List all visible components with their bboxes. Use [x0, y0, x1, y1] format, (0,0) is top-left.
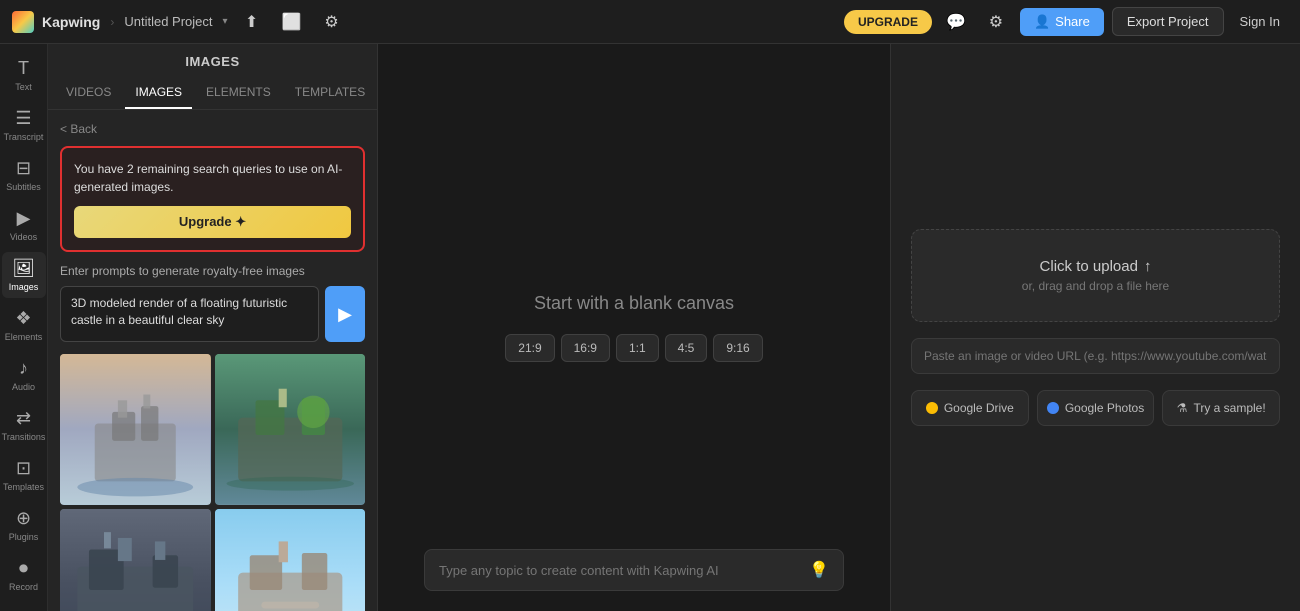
topbar: Kapwing › Untitled Project ▾ ⬆ ⬜ ⚙ UPGRA…	[0, 0, 1300, 44]
section-label: Enter prompts to generate royalty-free i…	[60, 264, 365, 278]
tab-templates[interactable]: TEMPLATES	[285, 77, 375, 109]
upload-panel: Click to upload ↑ or, drag and drop a fi…	[890, 44, 1300, 611]
upgrade-button[interactable]: UPGRADE	[844, 10, 932, 34]
upload-subtitle: or, drag and drop a file here	[932, 279, 1259, 293]
elements-icon: ❖	[15, 308, 31, 329]
record-icon: ⏺	[19, 558, 28, 579]
upload-zone[interactable]: Click to upload ↑ or, drag and drop a fi…	[911, 229, 1280, 322]
image-cell-1[interactable]	[60, 354, 211, 505]
source-buttons: Google Drive Google Photos ⚗ Try a sampl…	[911, 390, 1280, 426]
share-button[interactable]: 👤 Share	[1020, 8, 1104, 36]
search-submit-button[interactable]: ▶	[325, 286, 365, 342]
monitor-icon[interactable]: ⬜	[276, 6, 308, 38]
images-icon: 🖼	[12, 258, 35, 279]
sidebar-item-templates[interactable]: ⊡ Templates	[2, 452, 46, 498]
castle-svg-2	[215, 354, 366, 505]
sidebar-item-videos[interactable]: ▶ Videos	[2, 202, 46, 248]
panel-scroll-area: < Back You have 2 remaining search queri…	[48, 110, 377, 611]
canvas-area: Start with a blank canvas 21:9 16:9 1:1 …	[378, 44, 890, 611]
upload-arrow-icon: ↑	[1144, 258, 1152, 275]
search-input[interactable]: 3D modeled render of a floating futurist…	[60, 286, 319, 342]
canvas-center: Start with a blank canvas 21:9 16:9 1:1 …	[505, 293, 762, 362]
sidebar-item-subtitles[interactable]: ⊟ Subtitles	[2, 152, 46, 198]
main-layout: T Text ☰ Transcript ⊟ Subtitles ▶ Videos…	[0, 44, 1300, 611]
search-row: 3D modeled render of a floating futurist…	[60, 286, 365, 342]
brand-name: Kapwing	[42, 14, 100, 30]
panel-tabs: VIDEOS IMAGES ELEMENTS TEMPLATES	[48, 77, 377, 110]
signin-button[interactable]: Sign In	[1232, 8, 1288, 35]
image-cell-2[interactable]	[215, 354, 366, 505]
ratio-21-9[interactable]: 21:9	[505, 334, 554, 362]
templates-icon: ⊡	[16, 458, 31, 479]
upgrade-notice-text: You have 2 remaining search queries to u…	[74, 160, 351, 196]
panel-title: IMAGES	[64, 54, 361, 69]
ratio-1-1[interactable]: 1:1	[616, 334, 659, 362]
ai-prompt-icon[interactable]: 💡	[809, 560, 829, 580]
project-name: Untitled Project	[124, 14, 212, 29]
url-input[interactable]	[911, 338, 1280, 374]
audio-icon: ♪	[19, 358, 28, 379]
transcript-icon: ☰	[15, 108, 31, 129]
transitions-icon: ⇄	[16, 408, 31, 429]
google-photos-button[interactable]: Google Photos	[1037, 390, 1155, 426]
tab-elements[interactable]: ELEMENTS	[196, 77, 281, 109]
upload-title-text: Click to upload	[1040, 258, 1138, 275]
videos-icon: ▶	[17, 208, 31, 229]
comment-icon[interactable]: 💬	[940, 6, 972, 38]
canvas-title: Start with a blank canvas	[534, 293, 734, 314]
sample-icon: ⚗	[1177, 401, 1188, 415]
sidebar-item-record[interactable]: ⏺ Record	[2, 552, 46, 598]
image-cell-4[interactable]	[215, 509, 366, 611]
sidebar-item-audio[interactable]: ♪ Audio	[2, 352, 46, 398]
image-cell-3[interactable]	[60, 509, 211, 611]
settings-icon[interactable]: ⚙	[316, 6, 348, 38]
subtitles-icon: ⊟	[16, 158, 31, 179]
panel-header: IMAGES	[48, 44, 377, 77]
kapwing-logo	[12, 11, 34, 33]
play-icon: ▶	[338, 304, 352, 325]
export-project-button[interactable]: Export Project	[1112, 7, 1224, 36]
sidebar-item-plugins[interactable]: ⊕ Plugins	[2, 502, 46, 548]
ratio-4-5[interactable]: 4:5	[665, 334, 708, 362]
gdrive-icon	[926, 402, 938, 414]
image-grid	[60, 354, 365, 611]
tab-videos[interactable]: VIDEOS	[56, 77, 121, 109]
aspect-ratio-row: 21:9 16:9 1:1 4:5 9:16	[505, 334, 762, 362]
share-icon: 👤	[1034, 14, 1050, 30]
gear-icon[interactable]: ⚙	[980, 6, 1012, 38]
left-panel: IMAGES VIDEOS IMAGES ELEMENTS TEMPLATES …	[48, 44, 378, 611]
project-dropdown-icon[interactable]: ▾	[223, 16, 228, 27]
ratio-16-9[interactable]: 16:9	[561, 334, 610, 362]
ratio-9-16[interactable]: 9:16	[713, 334, 762, 362]
ai-prompt-bar: 💡	[424, 549, 844, 591]
sidebar-icons: T Text ☰ Transcript ⊟ Subtitles ▶ Videos…	[0, 44, 48, 611]
text-icon: T	[18, 58, 29, 79]
back-button[interactable]: < Back	[60, 122, 97, 136]
sidebar-item-elements[interactable]: ❖ Elements	[2, 302, 46, 348]
gdrive-label: Google Drive	[944, 401, 1014, 415]
ai-prompt-input[interactable]	[439, 563, 809, 578]
sidebar-item-transitions[interactable]: ⇄ Transitions	[2, 402, 46, 448]
sidebar-more-button[interactable]: ...	[2, 602, 46, 611]
sidebar-item-text[interactable]: T Text	[2, 52, 46, 98]
sidebar-item-transcript[interactable]: ☰ Transcript	[2, 102, 46, 148]
upgrade-notice-button[interactable]: Upgrade ✦	[74, 206, 351, 238]
upload-title: Click to upload ↑	[932, 258, 1259, 275]
castle-svg-1	[60, 354, 211, 505]
plugins-icon: ⊕	[16, 508, 31, 529]
upgrade-notice: You have 2 remaining search queries to u…	[60, 146, 365, 252]
export-icon[interactable]: ⬆	[236, 6, 268, 38]
google-drive-button[interactable]: Google Drive	[911, 390, 1029, 426]
castle-svg-3	[60, 509, 211, 611]
gphotos-icon	[1047, 402, 1059, 414]
breadcrumb-sep: ›	[110, 15, 114, 29]
sample-label: Try a sample!	[1193, 401, 1265, 415]
try-sample-button[interactable]: ⚗ Try a sample!	[1162, 390, 1280, 426]
sidebar-item-images[interactable]: 🖼 Images	[2, 252, 46, 298]
castle-svg-4	[215, 509, 366, 611]
tab-images[interactable]: IMAGES	[125, 77, 192, 109]
gphotos-label: Google Photos	[1065, 401, 1144, 415]
